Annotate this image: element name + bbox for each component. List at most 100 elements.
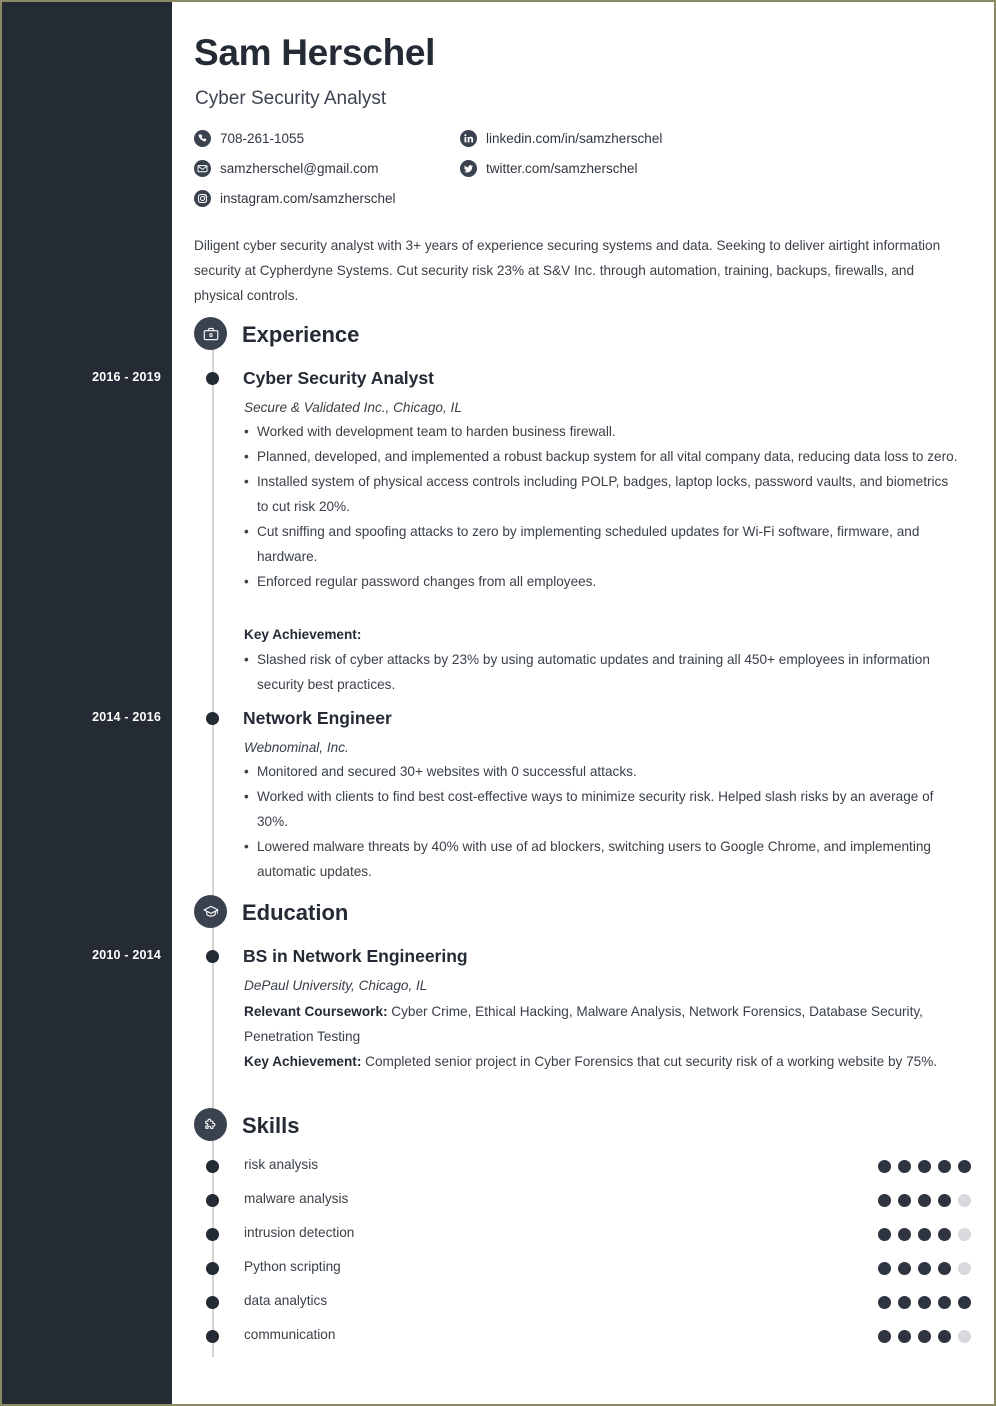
rating-dot-filled bbox=[878, 1228, 891, 1241]
education-coursework-1: Relevant Coursework: Cyber Crime, Ethica… bbox=[244, 999, 962, 1049]
list-item: Slashed risk of cyber attacks by 23% by … bbox=[244, 647, 962, 697]
list-item: Enforced regular password changes from a… bbox=[244, 569, 962, 594]
rating-dot-empty bbox=[958, 1228, 971, 1241]
section-title-experience: Experience bbox=[242, 322, 360, 347]
skill-name: Python scripting bbox=[244, 1259, 341, 1274]
skill-rating-dots bbox=[878, 1194, 971, 1207]
education-school-1: DePaul University, Chicago, IL bbox=[244, 978, 428, 993]
skill-rating-dots bbox=[878, 1160, 971, 1173]
contact-twitter-text: twitter.com/samzherschel bbox=[486, 161, 638, 176]
list-item: Installed system of physical access cont… bbox=[244, 469, 962, 519]
contact-instagram[interactable]: instagram.com/samzherschel bbox=[194, 190, 396, 207]
list-item: Monitored and secured 30+ websites with … bbox=[244, 759, 962, 784]
experience-key-achievement-bullets-1: Slashed risk of cyber attacks by 23% by … bbox=[244, 647, 962, 697]
skill-rating-dots bbox=[878, 1228, 971, 1241]
professional-summary: Diligent cyber security analyst with 3+ … bbox=[194, 238, 941, 303]
skill-row: risk analysis bbox=[172, 1157, 994, 1176]
rating-dot-filled bbox=[898, 1194, 911, 1207]
contact-instagram-text: instagram.com/samzherschel bbox=[220, 191, 396, 206]
linkedin-icon bbox=[460, 130, 477, 147]
education-key-achievement-1: Key Achievement: Completed senior projec… bbox=[244, 1049, 962, 1074]
rating-dot-filled bbox=[958, 1296, 971, 1309]
list-item: Planned, developed, and implemented a ro… bbox=[244, 444, 962, 469]
experience-bullets-1: Worked with development team to harden b… bbox=[244, 419, 962, 594]
rating-dot-filled bbox=[878, 1262, 891, 1275]
date-range-experience-2: 2014 - 2016 bbox=[92, 710, 161, 724]
education-key-achievement-text-1: Completed senior project in Cyber Forens… bbox=[361, 1054, 938, 1069]
list-item: Worked with development team to harden b… bbox=[244, 419, 962, 444]
graduation-cap-icon bbox=[194, 895, 227, 928]
rating-dot-filled bbox=[918, 1160, 931, 1173]
skill-row: intrusion detection bbox=[172, 1225, 994, 1244]
skill-name: communication bbox=[244, 1327, 336, 1342]
skill-name: data analytics bbox=[244, 1293, 328, 1308]
contact-twitter[interactable]: twitter.com/samzherschel bbox=[460, 160, 638, 177]
rating-dot-filled bbox=[938, 1160, 951, 1173]
rating-dot-filled bbox=[898, 1262, 911, 1275]
section-title-skills: Skills bbox=[242, 1113, 300, 1138]
rating-dot-filled bbox=[938, 1296, 951, 1309]
experience-company-1: Secure & Validated Inc., Chicago, IL bbox=[244, 400, 462, 415]
rating-dot-filled bbox=[898, 1296, 911, 1309]
timeline-marker bbox=[206, 712, 219, 725]
rating-dot-filled bbox=[958, 1160, 971, 1173]
skill-rating-dots bbox=[878, 1262, 971, 1275]
rating-dot-filled bbox=[938, 1262, 951, 1275]
education-coursework-label-1: Relevant Coursework: bbox=[244, 1004, 388, 1019]
timeline-marker bbox=[206, 950, 219, 963]
resume-page: 2016 - 2019 2014 - 2016 2010 - 2014 Sam … bbox=[0, 0, 996, 1406]
rating-dot-filled bbox=[918, 1228, 931, 1241]
puzzle-piece-icon bbox=[194, 1108, 227, 1141]
rating-dot-filled bbox=[918, 1262, 931, 1275]
rating-dot-filled bbox=[898, 1160, 911, 1173]
rating-dot-empty bbox=[958, 1262, 971, 1275]
date-range-education-1: 2010 - 2014 bbox=[92, 948, 161, 962]
list-item: Cut sniffing and spoofing attacks to zer… bbox=[244, 519, 962, 569]
rating-dot-filled bbox=[918, 1330, 931, 1343]
contact-linkedin-text: linkedin.com/in/samzherschel bbox=[486, 131, 663, 146]
date-range-experience-1: 2016 - 2019 bbox=[92, 370, 161, 384]
candidate-job-title: Cyber Security Analyst bbox=[195, 88, 387, 109]
experience-role-1: Cyber Security Analyst bbox=[243, 368, 434, 388]
skill-name: malware analysis bbox=[244, 1191, 349, 1206]
instagram-icon bbox=[194, 190, 211, 207]
skill-rating-dots bbox=[878, 1296, 971, 1309]
rating-dot-empty bbox=[958, 1330, 971, 1343]
rating-dot-filled bbox=[918, 1194, 931, 1207]
rating-dot-filled bbox=[918, 1296, 931, 1309]
contact-phone-text: 708-261-1055 bbox=[220, 131, 305, 146]
skill-row: data analytics bbox=[172, 1293, 994, 1312]
sidebar: 2016 - 2019 2014 - 2016 2010 - 2014 bbox=[2, 2, 172, 1404]
skill-row: communication bbox=[172, 1327, 994, 1346]
skill-row: Python scripting bbox=[172, 1259, 994, 1278]
rating-dot-filled bbox=[878, 1296, 891, 1309]
list-item: Worked with clients to find best cost-ef… bbox=[244, 784, 962, 834]
skill-row: malware analysis bbox=[172, 1191, 994, 1210]
list-item: Lowered malware threats by 40% with use … bbox=[244, 834, 962, 884]
contact-linkedin[interactable]: linkedin.com/in/samzherschel bbox=[460, 130, 662, 147]
briefcase-icon bbox=[194, 317, 227, 350]
skill-rating-dots bbox=[878, 1330, 971, 1343]
experience-bullets-2: Monitored and secured 30+ websites with … bbox=[244, 759, 962, 884]
contact-email[interactable]: samzherschel@gmail.com bbox=[194, 160, 379, 177]
experience-key-achievement-label-1: Key Achievement: bbox=[244, 627, 362, 642]
phone-icon bbox=[194, 130, 211, 147]
rating-dot-filled bbox=[938, 1330, 951, 1343]
contact-email-text: samzherschel@gmail.com bbox=[220, 161, 379, 176]
skill-name: intrusion detection bbox=[244, 1225, 355, 1240]
rating-dot-filled bbox=[898, 1228, 911, 1241]
rating-dot-empty bbox=[958, 1194, 971, 1207]
main-content: Sam Herschel Cyber Security Analyst 708-… bbox=[172, 2, 994, 1404]
rating-dot-filled bbox=[878, 1194, 891, 1207]
experience-role-2: Network Engineer bbox=[243, 708, 392, 728]
education-degree-1: BS in Network Engineering bbox=[243, 946, 468, 966]
rating-dot-filled bbox=[898, 1330, 911, 1343]
contact-phone[interactable]: 708-261-1055 bbox=[194, 130, 304, 147]
twitter-icon bbox=[460, 160, 477, 177]
candidate-name: Sam Herschel bbox=[194, 32, 436, 73]
rating-dot-filled bbox=[938, 1194, 951, 1207]
experience-company-2: Webnominal, Inc. bbox=[244, 740, 349, 755]
timeline-marker bbox=[206, 372, 219, 385]
education-key-achievement-label-1: Key Achievement: bbox=[244, 1054, 362, 1069]
section-title-education: Education bbox=[242, 900, 349, 925]
